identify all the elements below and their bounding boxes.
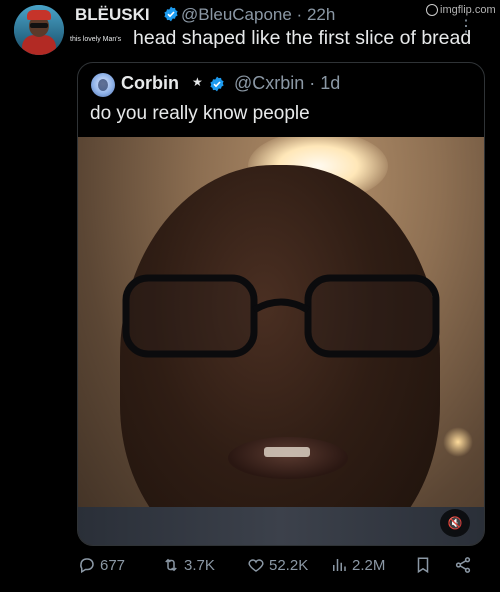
speaker-muted-icon[interactable]: 🔇 [440, 509, 470, 537]
views-chart-icon [333, 559, 346, 571]
video-player[interactable]: 🔇 [78, 137, 484, 545]
avatar-sunglasses [30, 23, 48, 28]
repost-count: 3.7K [184, 556, 215, 574]
reply-icon [80, 558, 94, 574]
avatar-body [22, 35, 56, 55]
heart-icon [248, 559, 264, 572]
shirt [78, 507, 484, 545]
action-bar: 677 3.7K 52.2K 2.2M [0, 556, 500, 586]
display-name[interactable]: BLËUSKI [75, 5, 150, 25]
reply-count: 677 [100, 556, 126, 574]
quote-verified-badge-icon [210, 76, 224, 92]
quote-display-name[interactable]: Corbin [121, 73, 179, 94]
quoted-tweet[interactable]: Corbin ★ @Cxrbin · 1d do you really know… [77, 62, 485, 546]
imgflip-logo-icon [426, 4, 438, 16]
share-button[interactable] [454, 556, 472, 574]
tweet-text-small: this lovely Man's [70, 36, 122, 43]
bookmark-button[interactable] [414, 556, 432, 574]
star-icon: ★ [192, 75, 203, 89]
verified-badge-icon [164, 6, 178, 22]
background-light [443, 427, 473, 457]
view-count: 2.2M [352, 556, 386, 574]
handle-and-time[interactable]: @BleuCapone · 22h [181, 5, 335, 25]
teeth [264, 447, 310, 457]
bookmark-icon [417, 557, 429, 574]
mouth [228, 437, 348, 479]
quote-text: do you really know people [90, 103, 310, 124]
quote-avatar[interactable] [91, 73, 115, 97]
glasses [122, 274, 440, 358]
reply-button[interactable]: 677 [78, 556, 125, 574]
avatar-hat [27, 10, 51, 20]
like-button[interactable]: 52.2K [247, 556, 308, 574]
views-button[interactable]: 2.2M [330, 556, 385, 574]
avatar[interactable] [14, 5, 64, 55]
repost-icon [165, 558, 177, 572]
watermark: imgflip.com [440, 4, 496, 16]
share-icon [455, 557, 471, 573]
tweet-text: head shaped like the first slice of brea… [133, 27, 472, 49]
repost-button[interactable]: 3.7K [162, 556, 215, 574]
like-count: 52.2K [269, 556, 309, 574]
quote-handle-and-time[interactable]: @Cxrbin · 1d [234, 73, 340, 94]
